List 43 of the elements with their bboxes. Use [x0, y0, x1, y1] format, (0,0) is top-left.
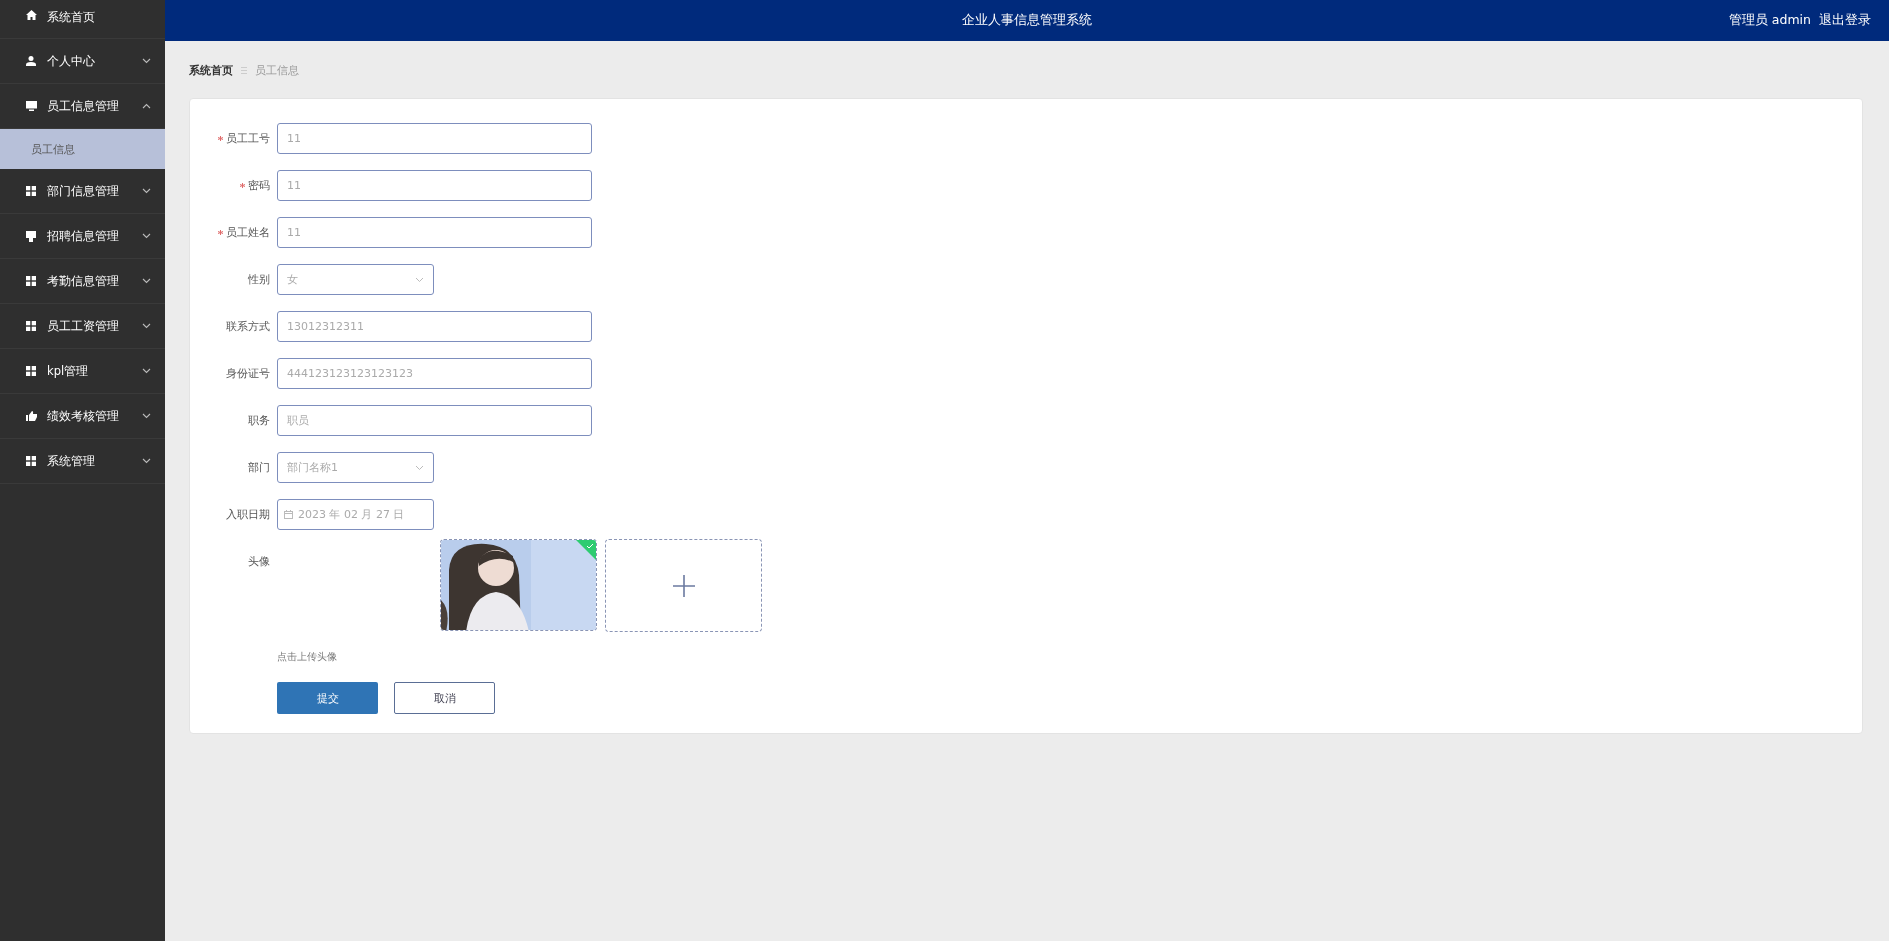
sidebar-item[interactable]: 考勤信息管理 [0, 259, 165, 304]
upload-button[interactable] [605, 539, 762, 632]
monitor-icon [25, 101, 37, 111]
separator-icon [241, 66, 247, 74]
sidebar-item[interactable]: 招聘信息管理 [0, 214, 165, 259]
field-label: 头像 [248, 554, 270, 569]
field-label: 身份证号 [226, 366, 270, 381]
sidebar-item[interactable]: 个人中心 [0, 39, 165, 84]
cancel-button[interactable]: 取消 [394, 682, 495, 714]
field-label: 性别 [248, 272, 270, 287]
home-icon [25, 10, 37, 20]
thumbs-up-icon [25, 411, 37, 421]
sign-icon [26, 230, 36, 242]
user-icon [26, 56, 36, 66]
field-label: 员工工号 [226, 131, 270, 146]
upload-hint: 点击上传头像 [277, 650, 338, 664]
sidebar-item[interactable]: 部门信息管理 [0, 169, 165, 214]
submit-button[interactable]: 提交 [277, 682, 378, 714]
plus-icon [672, 574, 695, 597]
calendar-icon [284, 510, 293, 519]
field-label: 入职日期 [226, 507, 270, 522]
chevron-icon [415, 464, 424, 471]
field-label: 职务 [248, 413, 270, 428]
grid-icon [26, 456, 36, 466]
grid-icon [26, 366, 36, 376]
grid-icon [26, 186, 36, 196]
field-label: 联系方式 [226, 319, 270, 334]
chevron-icon [415, 276, 424, 283]
sidebar-item[interactable]: 绩效考核管理 [0, 394, 165, 439]
sidebar-item[interactable]: kpl管理 [0, 349, 165, 394]
app-title: 企业人事信息管理系统 [962, 12, 1092, 29]
logout-link[interactable]: 退出登录 [1819, 12, 1871, 29]
field-label: 密码 [248, 178, 270, 193]
field-label: 员工姓名 [226, 225, 270, 240]
grid-icon [26, 321, 36, 331]
breadcrumb-item[interactable]: 系统首页 [189, 62, 233, 78]
sidebar-item[interactable]: 系统管理 [0, 439, 165, 484]
field-label: 部门 [248, 460, 270, 475]
submenu-item[interactable]: 员工信息 [0, 129, 165, 169]
breadcrumb-item: 员工信息 [255, 62, 299, 78]
user-label: 管理员 admin [1728, 12, 1811, 29]
sidebar-item[interactable]: 员工工资管理 [0, 304, 165, 349]
grid-icon [26, 276, 36, 286]
